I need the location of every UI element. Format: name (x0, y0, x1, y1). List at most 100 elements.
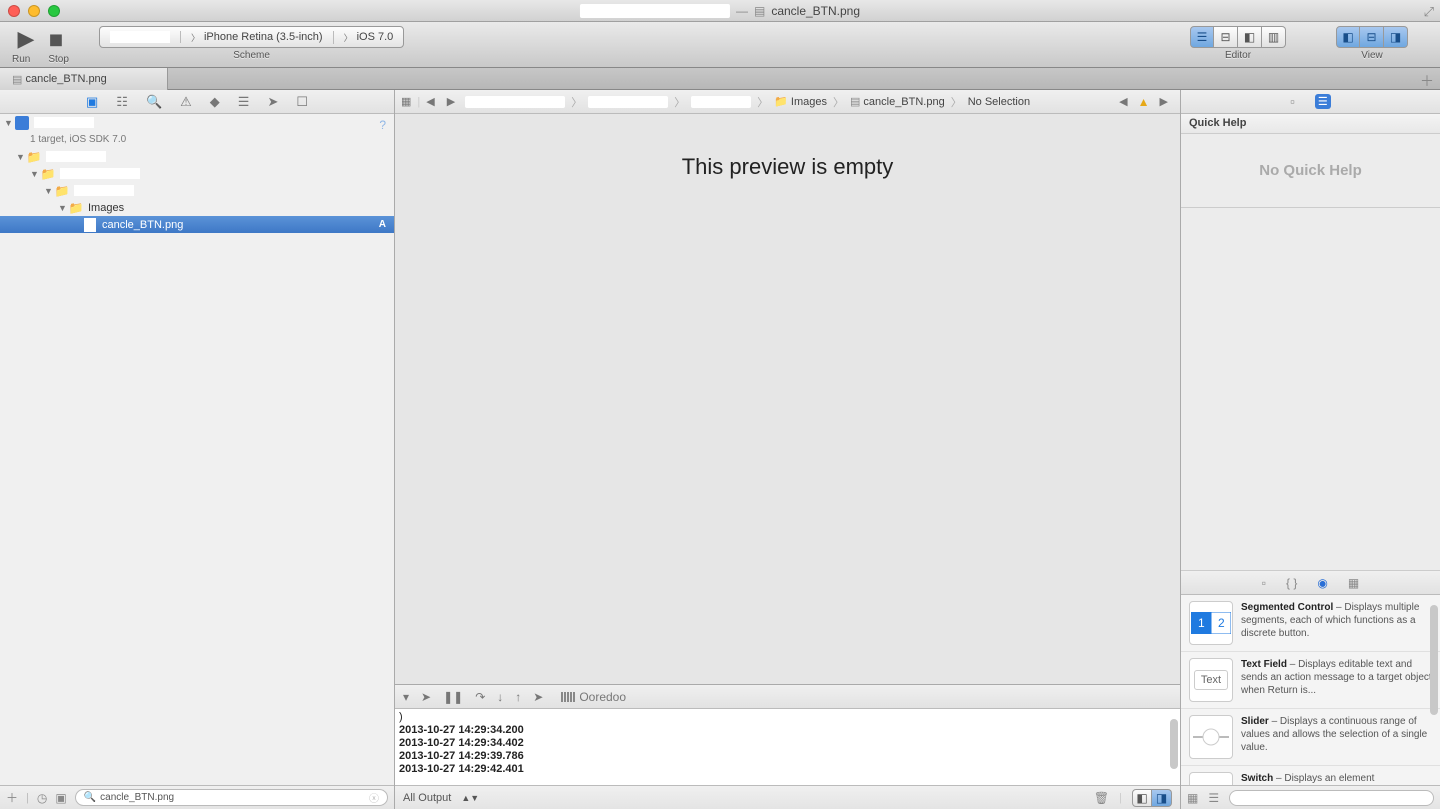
media-library-icon[interactable]: ▦ (1348, 576, 1359, 590)
signal-icon (561, 692, 575, 702)
warning-icon[interactable]: ▲ (1138, 95, 1150, 109)
scheme-selector[interactable]: 〉iPhone Retina (3.5-inch) 〉iOS 7.0 (99, 26, 404, 48)
toggle-utilities-button[interactable]: ◨ (1384, 26, 1408, 48)
scm-filter-icon[interactable]: ▣ (55, 791, 66, 805)
folder-icon: 📁 (26, 149, 42, 165)
quickhelp-inspector-icon[interactable]: ☰ (1315, 94, 1331, 109)
project-row[interactable]: ▼ (0, 114, 394, 131)
toggle-navigator-button[interactable]: ◧ (1336, 26, 1360, 48)
version-editor-button[interactable]: ◧ (1238, 26, 1262, 48)
disclosure-triangle-icon[interactable]: ▼ (44, 186, 54, 196)
console-footer: All Output ▲▼ 🗑 | ◧ ◨ (395, 785, 1180, 809)
library-item-slider[interactable]: Slider – Displays a continuous range of … (1181, 709, 1440, 766)
scrollbar[interactable] (1170, 719, 1178, 769)
editor-mode-4-button[interactable]: ▥ (1262, 26, 1286, 48)
find-navigator-icon[interactable]: 🔍 (146, 94, 162, 110)
debug-console[interactable]: ) 2013-10-27 14:29:34.200 2013-10-27 14:… (395, 709, 1180, 785)
library-item-textfield[interactable]: Text Text Field – Displays editable text… (1181, 652, 1440, 709)
project-navigator-tree[interactable]: ? ▼ 1 target, iOS SDK 7.0 ▼ 📁 ▼ 📁 ▼ (0, 114, 394, 785)
library-item-text: Text Field – Displays editable text and … (1241, 658, 1432, 702)
standard-editor-button[interactable]: ☰ (1190, 26, 1214, 48)
folder-row-1[interactable]: ▼ 📁 (0, 148, 394, 165)
clear-console-button[interactable]: 🗑 (1094, 791, 1109, 805)
next-issue-icon[interactable]: ▶ (1154, 95, 1174, 108)
code-snippet-library-icon[interactable]: { } (1286, 576, 1297, 590)
project-navigator-icon[interactable]: ▣ (86, 94, 98, 110)
step-out-icon[interactable]: ↑ (515, 690, 521, 704)
disclosure-triangle-icon[interactable]: ▼ (58, 203, 68, 213)
variables-pane-toggle[interactable]: ◧ (1132, 789, 1152, 807)
utilities-panel: ▫ ☰ Quick Help No Quick Help ▫ { } ◉ ▦ 1… (1180, 90, 1440, 809)
window-titlebar: — ▤ cancle_BTN.png ⤢ (0, 0, 1440, 22)
disclosure-triangle-icon[interactable]: ▼ (16, 152, 26, 162)
file-template-library-icon[interactable]: ▫ (1262, 576, 1266, 590)
test-navigator-icon[interactable]: ◆ (210, 94, 220, 110)
output-filter-label[interactable]: All Output (403, 792, 451, 804)
navigator-filter-field[interactable]: 🔍 cancle_BTN.png ⓧ (75, 789, 388, 806)
library-filter-field[interactable] (1229, 790, 1434, 806)
tab-cancle-btn[interactable]: ▤ cancle_BTN.png (0, 68, 168, 90)
breakpoints-icon[interactable]: ➤ (421, 690, 431, 704)
console-line: 2013-10-27 14:29:34.200 (399, 724, 1176, 737)
object-library-icon[interactable]: ◉ (1317, 576, 1327, 590)
object-library-list[interactable]: 12 Segmented Control – Displays multiple… (1181, 595, 1440, 785)
library-item-segmented[interactable]: 12 Segmented Control – Displays multiple… (1181, 595, 1440, 652)
view-panels-selector[interactable]: ◧ ⊟ ◨ (1336, 26, 1408, 48)
close-window-button[interactable] (8, 5, 20, 17)
toggle-debug-button[interactable]: ⊟ (1360, 26, 1384, 48)
symbol-navigator-icon[interactable]: ☷ (116, 94, 128, 110)
editor-mode-selector[interactable]: ☰ ⊟ ◧ ▥ (1190, 26, 1286, 48)
add-button[interactable]: ＋ (6, 789, 18, 806)
folder-row-2[interactable]: ▼ 📁 (0, 165, 394, 182)
breadcrumb[interactable]: 〉 〉 〉 📁Images 〉 ▤cancle_BTN.png 〉 No Sel… (461, 94, 1107, 110)
editor-label: Editor (1225, 50, 1251, 61)
step-over-icon[interactable]: ↷ (475, 690, 485, 704)
breakpoint-navigator-icon[interactable]: ➤ (267, 94, 278, 110)
folder-row-3[interactable]: ▼ 📁 (0, 182, 394, 199)
svg-text:1: 1 (1198, 616, 1205, 630)
help-icon[interactable]: ? (379, 118, 386, 132)
selected-file-label: cancle_BTN.png (102, 219, 183, 231)
search-icon: 🔍 (84, 792, 96, 803)
back-button[interactable]: ◀ (420, 95, 440, 108)
view-label: View (1361, 50, 1383, 61)
xcode-project-icon (15, 116, 29, 130)
file-icon: ▤ (12, 73, 22, 86)
console-line: 2013-10-27 14:29:39.786 (399, 750, 1176, 763)
grid-view-icon[interactable]: ▦ (1187, 791, 1198, 805)
library-item-switch[interactable]: Switch – Displays an element (1181, 766, 1440, 785)
disclosure-triangle-icon[interactable]: ▼ (4, 118, 14, 128)
inspector-selector-bar: ▫ ☰ (1181, 90, 1440, 114)
minimize-window-button[interactable] (28, 5, 40, 17)
clear-filter-button[interactable]: ⓧ (369, 790, 379, 805)
run-button[interactable]: ▶ (18, 26, 35, 52)
assistant-editor-button[interactable]: ⊟ (1214, 26, 1238, 48)
step-into-icon[interactable]: ↓ (497, 690, 503, 704)
console-pane-toggle[interactable]: ◨ (1152, 789, 1172, 807)
pause-icon[interactable]: ❚❚ (443, 690, 463, 704)
scheme-label: Scheme (233, 50, 270, 61)
crumb-images: Images (791, 96, 827, 108)
forward-button[interactable]: ▶ (441, 95, 461, 108)
disclosure-triangle-icon[interactable]: ▼ (30, 169, 40, 179)
list-view-icon[interactable]: ☰ (1208, 791, 1219, 805)
zoom-window-button[interactable] (48, 5, 60, 17)
new-tab-button[interactable]: ＋ (1420, 71, 1434, 91)
fullscreen-icon[interactable]: ⤢ (1424, 4, 1434, 20)
jump-bar[interactable]: ▦ | ◀ ▶ 〉 〉 〉 📁Images 〉 ▤cancle_BTN.png … (395, 90, 1180, 114)
recent-filter-icon[interactable]: ◷ (37, 791, 47, 805)
log-navigator-icon[interactable]: ☐ (296, 94, 308, 110)
stop-button[interactable]: ◼ (48, 29, 63, 50)
toggle-debug-icon[interactable]: ▾ (403, 690, 409, 704)
prev-issue-icon[interactable]: ◀ (1113, 95, 1133, 108)
scrollbar[interactable] (1430, 605, 1438, 715)
folder-row-images[interactable]: ▼ 📁 Images (0, 199, 394, 216)
redacted-project (34, 117, 94, 128)
svg-text:2: 2 (1218, 616, 1225, 630)
location-icon[interactable]: ➤ (533, 690, 543, 704)
related-items-icon[interactable]: ▦ (395, 95, 417, 108)
debug-navigator-icon[interactable]: ☰ (238, 94, 250, 110)
file-row-cancle-btn[interactable]: cancle_BTN.png A (0, 216, 394, 233)
issue-navigator-icon[interactable]: ⚠ (180, 94, 192, 110)
file-inspector-icon[interactable]: ▫ (1290, 94, 1295, 109)
